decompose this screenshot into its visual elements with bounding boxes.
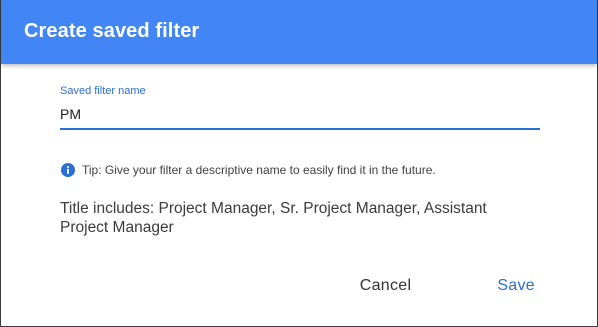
saved-filter-name-label: Saved filter name — [60, 85, 146, 97]
dialog-header: Create saved filter — [1, 0, 597, 64]
saved-filter-name-field: Saved filter name — [60, 84, 540, 130]
save-button[interactable]: Save — [493, 275, 539, 297]
dialog-title: Create saved filter — [24, 20, 200, 42]
create-saved-filter-dialog: Create saved filter Saved filter name Ti… — [0, 0, 598, 327]
info-icon — [60, 162, 76, 178]
dialog-actions: Cancel Save — [356, 275, 539, 297]
saved-filter-name-input[interactable] — [60, 104, 540, 130]
cancel-button[interactable]: Cancel — [356, 275, 416, 297]
filter-summary: Title includes: Project Manager, Sr. Pro… — [60, 200, 487, 236]
tip-text: Tip: Give your filter a descriptive name… — [82, 163, 436, 177]
tip: Tip: Give your filter a descriptive name… — [60, 162, 436, 178]
